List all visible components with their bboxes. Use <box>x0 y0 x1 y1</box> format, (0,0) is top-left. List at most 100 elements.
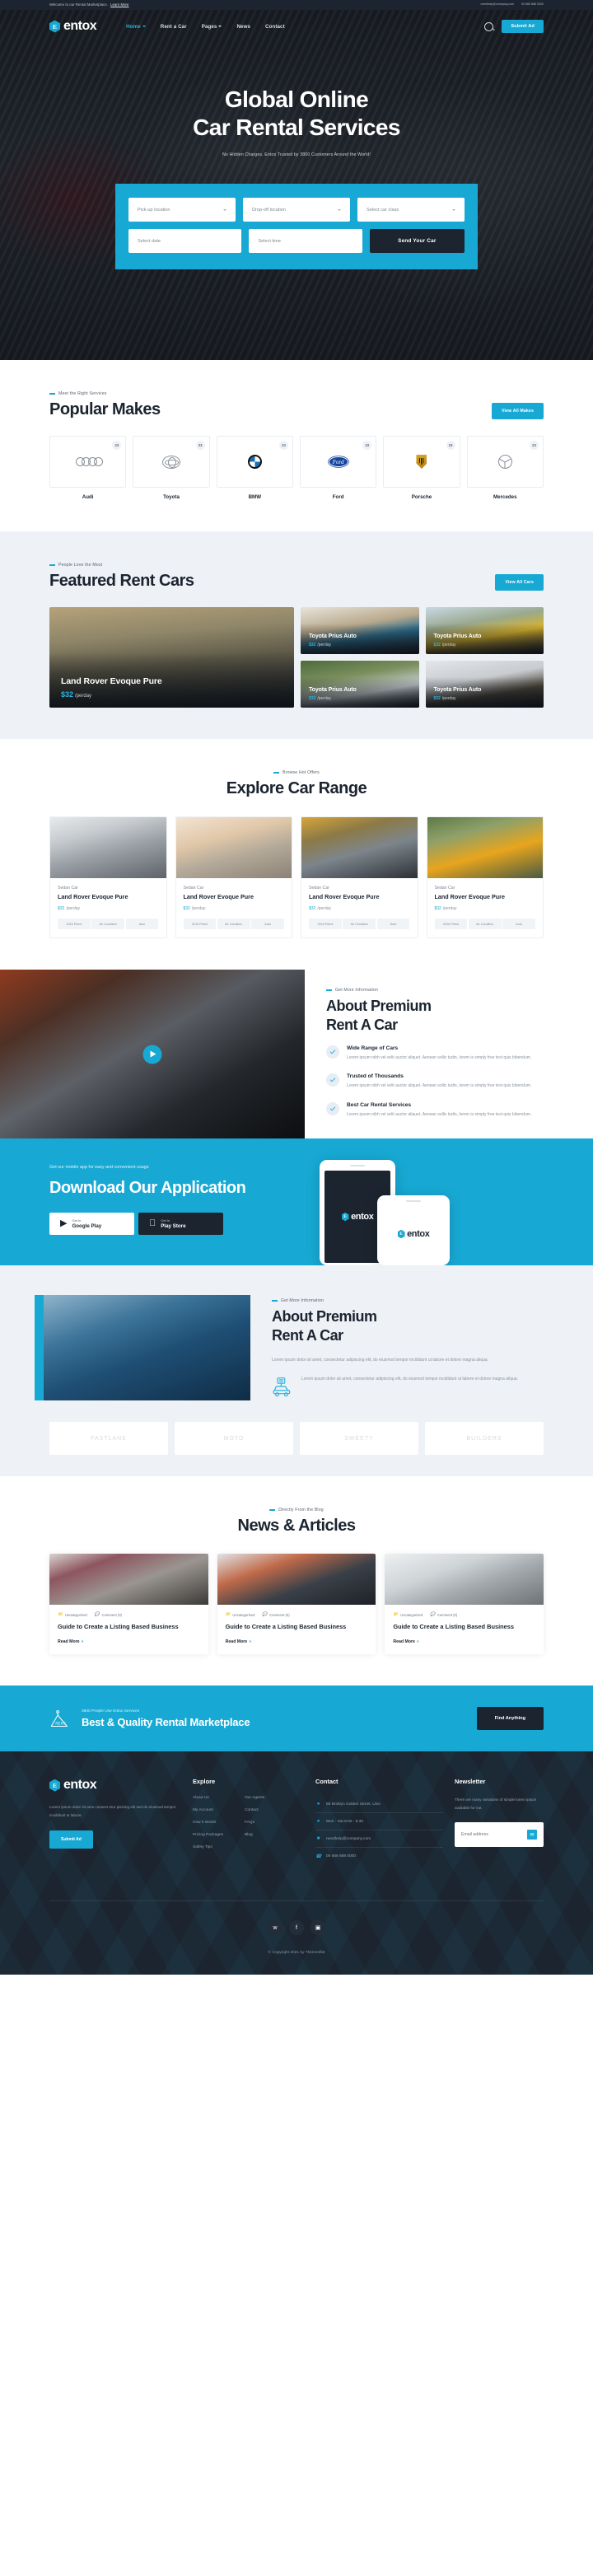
audi-logo-icon <box>75 457 104 466</box>
range-card[interactable]: Sedan Car Land Rover Evoque Pure $32/per… <box>301 816 418 938</box>
article-comments[interactable]: 💬 Comment (0) <box>95 1612 122 1617</box>
site-logo[interactable]: E entox <box>49 19 97 34</box>
pickup-location-select[interactable]: Pick-up location <box>128 198 236 222</box>
phone-speaker-icon <box>406 1200 421 1202</box>
read-more-label: Read More <box>225 1639 248 1645</box>
make-count-badge: 23 <box>446 441 455 450</box>
read-more-link[interactable]: Read More» <box>58 1639 200 1644</box>
news-card[interactable]: 📁 Uncategorized 💬 Comment (0) Guide to Cre… <box>49 1554 208 1655</box>
newsletter-email-input[interactable] <box>461 1832 527 1838</box>
footer-link[interactable]: Blog <box>245 1833 264 1837</box>
footer-link[interactable]: How It Works <box>193 1821 223 1825</box>
dropoff-location-select[interactable]: Drop-off location <box>243 198 350 222</box>
store-small-label: Get In <box>72 1218 82 1223</box>
read-more-link[interactable]: Read More» <box>226 1639 368 1644</box>
facebook-icon[interactable]: f <box>289 1920 304 1936</box>
submit-ad-button[interactable]: Submit Ad <box>502 20 544 33</box>
make-count-badge: 23 <box>195 441 205 450</box>
topbar-learn-more-link[interactable]: Learn More <box>110 2 128 7</box>
search-icon[interactable] <box>484 21 494 31</box>
make-name: Porsche <box>411 494 432 500</box>
featured-card[interactable]: Toyota Prius Auto $32/perday <box>425 661 544 708</box>
make-item-mercedes[interactable]: 23 Mercedes <box>466 436 544 500</box>
nav-item-rent-a-car[interactable]: Rent a Car <box>161 24 187 30</box>
play-button-icon[interactable] <box>142 1045 162 1064</box>
range-card[interactable]: Sedan Car Land Rover Evoque Pure $32/per… <box>426 816 544 938</box>
featured-card-price: $32/perday <box>309 642 357 648</box>
news-eyebrow: Directly From the Blog <box>49 1508 544 1512</box>
price-value: $32 <box>434 906 441 911</box>
nav-item-news[interactable]: News <box>236 24 250 30</box>
footer-contact-address: ● 88 Broklyn Golden Street, USA <box>315 1796 443 1814</box>
range-card-price: $32/perday <box>58 904 159 911</box>
make-item-porsche[interactable]: 23 Porsche <box>383 436 460 500</box>
footer-newsletter-heading: Newsletter <box>455 1778 486 1786</box>
featured-card[interactable]: Toyota Prius Auto $32/perday <box>425 607 544 654</box>
view-all-makes-button[interactable]: View All Makes <box>491 403 544 419</box>
featured-card[interactable]: Toyota Prius Auto $32/perday <box>301 607 419 654</box>
store-small-label: Get In <box>154 1218 170 1223</box>
featured-card[interactable]: Toyota Prius Auto $32/perday <box>301 661 419 708</box>
google-play-button[interactable]: ▶ Get In Google Play <box>49 1213 134 1235</box>
folder-icon: 📁 <box>225 1612 231 1617</box>
range-card[interactable]: Sedan Car Land Rover Evoque Pure $32/per… <box>175 816 292 938</box>
make-item-audi[interactable]: 23 Audi <box>49 436 127 500</box>
footer-link[interactable]: Safety Tips <box>193 1845 223 1849</box>
find-anything-button[interactable]: Find Anything <box>476 1707 544 1731</box>
nav-item-home-label: Home <box>126 23 141 30</box>
make-item-ford[interactable]: 23 Ford Ford <box>299 436 377 500</box>
news-card[interactable]: 📁 Uncategorized 💬 Comment (0) Guide to Cre… <box>217 1554 376 1655</box>
article-category[interactable]: 📁 Uncategorized <box>226 1612 255 1617</box>
news-card[interactable]: 📁 Uncategorized 💬 Comment (0) Guide to Cre… <box>385 1554 544 1655</box>
tag-transmission: Auto <box>251 919 284 929</box>
article-category[interactable]: 📁 Uncategorized <box>58 1612 87 1617</box>
hero-title-line2: Car Rental Services <box>193 115 400 141</box>
bmw-logo-icon <box>247 455 262 469</box>
topbar-email[interactable]: needhelp@company.com <box>480 2 514 7</box>
explore-range-section: Browse Hot Offers Explore Car Range Seda… <box>0 739 593 970</box>
location-pin-icon: ● <box>316 1802 320 1807</box>
date-input[interactable]: Select date <box>128 229 242 254</box>
make-item-toyota[interactable]: 23 Toyota <box>133 436 210 500</box>
nav-item-pages[interactable]: Pages <box>202 24 222 30</box>
footer-link[interactable]: Contact <box>245 1808 264 1812</box>
footer-link[interactable]: Our Agents <box>245 1796 264 1800</box>
newsletter-send-button[interactable]: ✉ <box>527 1830 537 1840</box>
car-class-select[interactable]: Select car class <box>357 198 465 222</box>
twitter-icon[interactable]: w <box>268 1920 282 1936</box>
instagram-icon[interactable]: ▣ <box>311 1920 325 1936</box>
nav-item-home[interactable]: Home <box>126 24 146 30</box>
range-card-name: Land Rover Evoque Pure <box>309 893 380 900</box>
phone-icon: ☎ <box>315 1854 322 1860</box>
send-your-car-button[interactable]: Send Your Car <box>369 229 465 254</box>
article-category[interactable]: 📁 Uncategorized <box>393 1612 423 1617</box>
view-all-cars-button[interactable]: View All Cars <box>495 574 544 591</box>
featured-main-card[interactable]: Land Rover Evoque Pure $32/perday <box>49 607 294 708</box>
make-count-badge: 23 <box>529 441 539 450</box>
footer-contact-email[interactable]: ■ needhelp@company.com <box>315 1830 443 1849</box>
news-eyebrow-text: Directly From the Blog <box>278 1508 324 1512</box>
topbar-phone[interactable]: 00 666 888 0000 <box>521 2 544 7</box>
about2-feature-text: Lorem ipsum dolor sit amet, consectetur … <box>301 1377 518 1382</box>
price-value: $32 <box>183 906 190 911</box>
play-store-button[interactable]:  Get In Play Store <box>138 1213 223 1235</box>
range-card[interactable]: Sedan Car Land Rover Evoque Pure $32/per… <box>49 816 167 938</box>
footer-link[interactable]: FAQs <box>245 1821 264 1825</box>
store-big-label: Play Store <box>154 1223 185 1229</box>
footer-link[interactable]: Pricing Packages <box>193 1833 223 1837</box>
footer-social-links: w f ▣ <box>49 1920 544 1936</box>
footer-logo[interactable]: E entox <box>49 1778 181 1793</box>
footer-about-text: Lorem ipsum dolor sit ame consect etur p… <box>49 1805 176 1817</box>
make-item-bmw[interactable]: 23 BMW <box>216 436 293 500</box>
article-comments[interactable]: 💬 Comment (0) <box>430 1612 457 1617</box>
footer-link[interactable]: About Us <box>193 1796 223 1800</box>
rent-tag-icon: RENT <box>50 1709 68 1727</box>
read-more-link[interactable]: Read More» <box>393 1639 535 1644</box>
footer-submit-ad-button[interactable]: Submit Ad <box>49 1830 93 1849</box>
read-more-label: Read More <box>393 1639 415 1645</box>
footer-link[interactable]: My Account <box>193 1808 223 1812</box>
time-input[interactable]: Select time <box>249 229 362 254</box>
footer-contact-phone[interactable]: ☎ 00 666 888 0000 <box>315 1848 443 1865</box>
nav-item-contact[interactable]: Contact <box>265 24 285 30</box>
article-comments[interactable]: 💬 Comment (0) <box>262 1612 289 1617</box>
